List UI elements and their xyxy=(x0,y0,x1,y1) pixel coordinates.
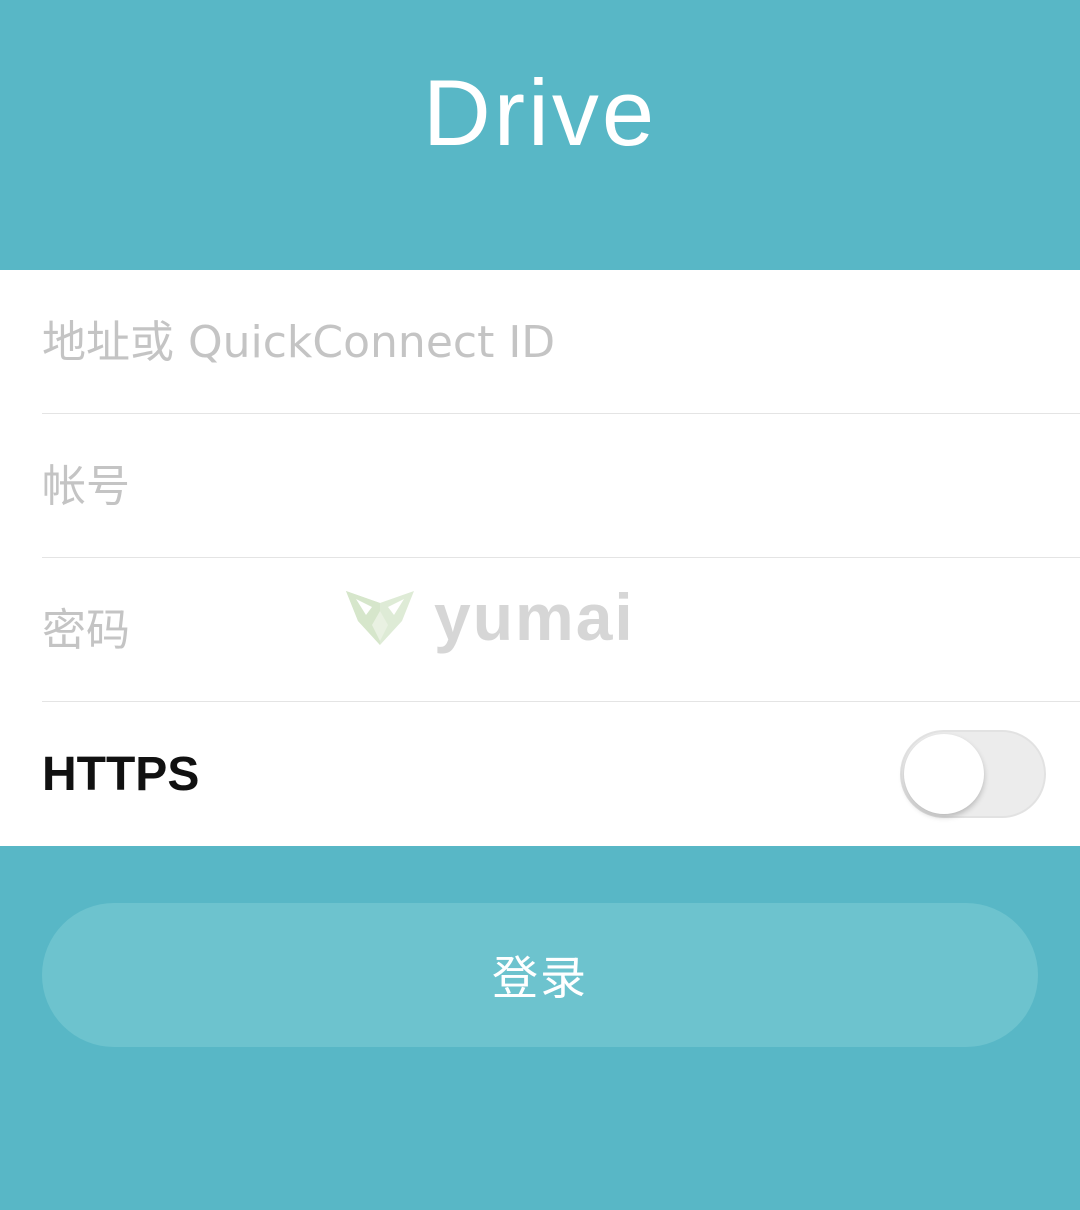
https-label: HTTPS xyxy=(42,747,200,801)
login-form: HTTPS xyxy=(0,270,1080,846)
https-row: HTTPS xyxy=(42,702,1080,846)
toggle-knob xyxy=(904,734,984,814)
address-input[interactable] xyxy=(42,302,1002,382)
password-row xyxy=(42,558,1080,702)
app-title: Drive xyxy=(422,60,658,165)
login-button[interactable]: 登录 xyxy=(42,903,1038,1047)
login-label: 登录 xyxy=(492,951,588,1005)
account-input[interactable] xyxy=(42,446,1002,526)
https-toggle[interactable] xyxy=(900,730,1046,818)
header: Drive xyxy=(0,0,1080,270)
address-row xyxy=(42,270,1080,414)
password-input[interactable] xyxy=(42,590,1002,670)
account-row xyxy=(42,414,1080,558)
login-screen: Drive HTTPS yumai xyxy=(0,0,1080,1210)
